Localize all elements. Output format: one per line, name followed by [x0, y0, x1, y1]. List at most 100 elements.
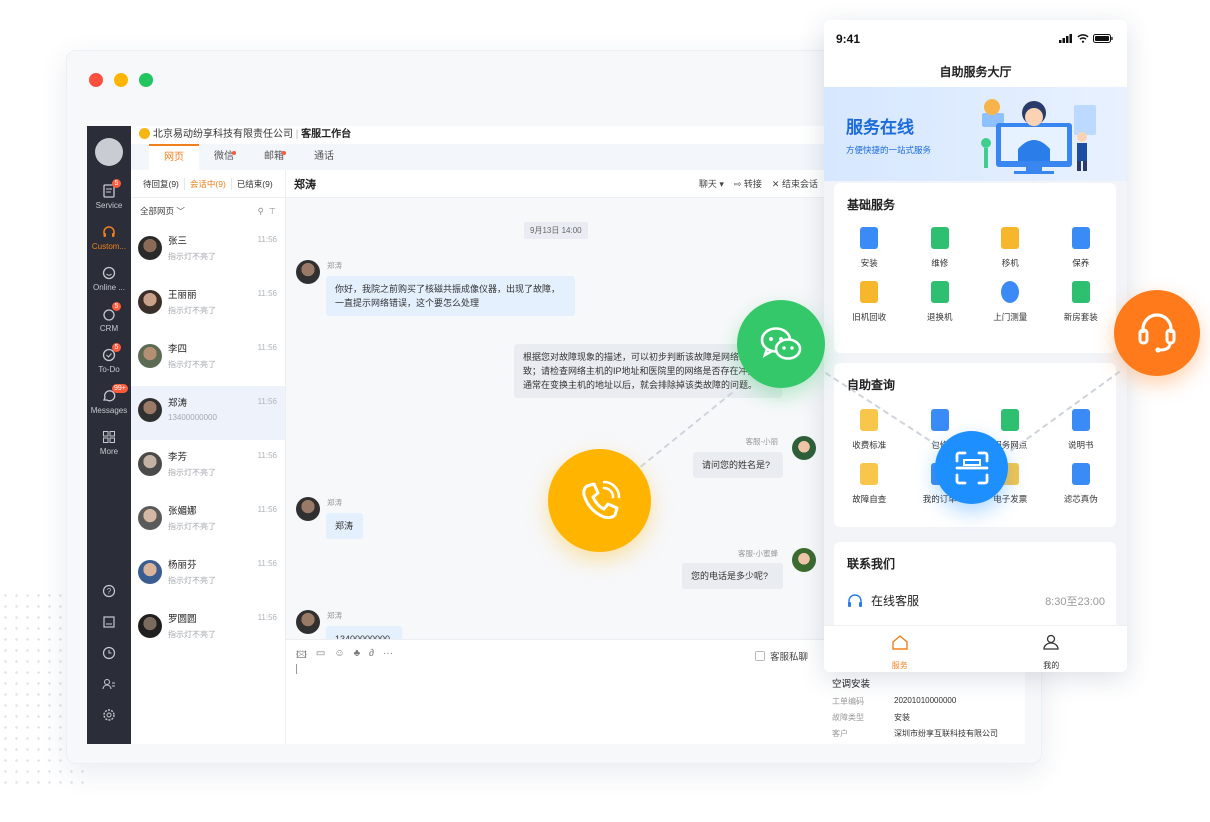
- chat-title: 郑涛: [294, 178, 316, 191]
- close-dot[interactable]: [89, 73, 103, 87]
- help-icon[interactable]: ?: [87, 575, 131, 606]
- grid-icon: [100, 428, 118, 446]
- chat-actions: 聊天 ▾ ⇨ 转接 ✕ 结束会话: [699, 177, 818, 190]
- headset-icon: [848, 593, 862, 607]
- tab-call[interactable]: 通话: [299, 144, 349, 170]
- message-composer[interactable]: 🖾 ▭ ☺ ♣ ∂ ··· 客服私聊: [286, 639, 826, 744]
- timestamp: 11:56: [257, 289, 277, 298]
- list-item[interactable]: 李芳 指示灯不亮了 11:56: [131, 440, 285, 494]
- nav-badge: 5: [112, 179, 121, 188]
- chat-panel: 郑涛 聊天 ▾ ⇨ 转接 ✕ 结束会话 9月13日 14:00 郑涛 你好，我院…: [286, 170, 826, 744]
- service-measure[interactable]: 上门测量: [975, 281, 1046, 323]
- service-package[interactable]: 新房套装: [1046, 281, 1117, 323]
- tab-wechat[interactable]: 微信: [199, 144, 249, 170]
- nav-messages[interactable]: 99+ Messages: [87, 384, 131, 426]
- service-label: 退换机: [926, 312, 953, 322]
- section-title: 联系我们: [847, 557, 896, 571]
- checkbox[interactable]: [754, 651, 765, 661]
- composer-toolbar: 🖾 ▭ ☺ ♣ ∂ ···: [296, 648, 393, 665]
- service-recycle[interactable]: 旧机回收: [834, 281, 905, 323]
- more-icon[interactable]: ···: [383, 648, 393, 665]
- page-filter: 全部网页 ﹀ ⚲ ⊤: [131, 198, 285, 224]
- minimize-dot[interactable]: [114, 73, 128, 87]
- agent-message: 您的电话是多少呢?: [682, 563, 783, 589]
- service-install[interactable]: 安装: [834, 227, 905, 269]
- user-list-icon[interactable]: [87, 668, 131, 699]
- private-chat-toggle[interactable]: 客服私聊: [754, 649, 808, 663]
- service-move[interactable]: 移机: [975, 227, 1046, 269]
- online-support-row[interactable]: 在线客服 8:30至23:00: [847, 592, 1105, 609]
- move-icon: [1001, 227, 1020, 249]
- chat-mode-dropdown[interactable]: 聊天 ▾: [699, 177, 724, 190]
- nav-more[interactable]: More: [87, 426, 131, 467]
- timestamp: 11:56: [257, 235, 277, 244]
- tab-mine[interactable]: 我的: [976, 626, 1128, 672]
- end-chat-button[interactable]: ✕ 结束会话: [772, 177, 818, 190]
- filter-pending[interactable]: 待回复(9): [138, 177, 185, 190]
- customer-message: 你好，我院之前购买了核磁共振成像仪器，出现了故障，一直提示网络错误，这个要怎么处…: [326, 276, 575, 316]
- search-icon[interactable]: ⚲: [258, 206, 264, 216]
- service-repair[interactable]: 维修: [905, 227, 976, 269]
- last-message: 指示灯不亮了: [168, 252, 216, 261]
- phone-call-badge: [548, 449, 651, 552]
- emoji-icon[interactable]: ☺: [334, 648, 344, 665]
- service-maintain[interactable]: 保养: [1046, 227, 1117, 269]
- transfer-label: 转接: [743, 179, 762, 189]
- unread-dot: [232, 151, 236, 155]
- wechat-badge: [737, 300, 825, 388]
- maximize-dot[interactable]: [139, 73, 153, 87]
- settings-icon[interactable]: [87, 699, 131, 730]
- users-icon[interactable]: ♣: [354, 648, 361, 665]
- service-return[interactable]: 退换机: [905, 281, 976, 323]
- filter-active[interactable]: 会话中(9): [185, 177, 232, 190]
- sender-name: 客服-小丽: [745, 437, 779, 446]
- all-pages-dropdown[interactable]: 全部网页 ﹀: [140, 205, 185, 217]
- nav-service[interactable]: 5 Service: [87, 179, 131, 221]
- nav-label: Messages: [90, 406, 128, 415]
- last-message: 指示灯不亮了: [168, 468, 216, 477]
- nav-label: More: [99, 447, 119, 456]
- nav-crm[interactable]: 5 CRM: [87, 302, 131, 344]
- service-banner[interactable]: 服务在线 方便快捷的一站式服务: [824, 87, 1127, 181]
- app-title: 自助服务大厅: [824, 57, 1127, 87]
- image-icon[interactable]: 🖾: [296, 648, 307, 665]
- list-item[interactable]: 杨丽芬 指示灯不亮了 11:56: [131, 548, 285, 602]
- list-item[interactable]: 张媚娜 指示灯不亮了 11:56: [131, 494, 285, 548]
- tab-web[interactable]: 网页: [149, 144, 199, 170]
- query-filter-verify[interactable]: 滤芯真伪: [1046, 463, 1117, 505]
- query-diagnose[interactable]: 故障自查: [834, 463, 905, 505]
- transfer-button[interactable]: ⇨ 转接: [734, 177, 762, 190]
- filter-ended[interactable]: 已结束(9): [232, 178, 278, 190]
- scan-badge: [935, 431, 1008, 504]
- attachment-icon[interactable]: ∂: [369, 648, 374, 665]
- avatar: [792, 548, 816, 572]
- list-item[interactable]: 李四 指示灯不亮了 11:56: [131, 332, 285, 386]
- tab-service[interactable]: 服务: [824, 626, 976, 672]
- file-icon[interactable]: ▭: [316, 648, 325, 665]
- nav-bottom-tools: ?: [87, 575, 131, 730]
- wifi-icon: [1077, 34, 1089, 43]
- avatar: [296, 260, 320, 284]
- list-item[interactable]: 王丽丽 指示灯不亮了 11:56: [131, 278, 285, 332]
- basic-services-card: 基础服务 安装 维修 移机 保养 旧机回收 退换机 上门测量 新房套装: [834, 183, 1116, 353]
- clock-icon[interactable]: [87, 637, 131, 668]
- avatar: [138, 614, 162, 638]
- service-hours: 8:30至23:00: [1045, 595, 1105, 608]
- list-item[interactable]: 罗圆圆 指示灯不亮了 11:56: [131, 602, 285, 656]
- user-avatar[interactable]: [95, 138, 123, 166]
- smile-icon: [100, 264, 118, 282]
- notes-icon[interactable]: [87, 606, 131, 637]
- tab-email[interactable]: 邮箱: [249, 144, 299, 170]
- nav-todo[interactable]: 5 To-Do: [87, 343, 131, 385]
- contact-name: 罗圆圆: [168, 614, 197, 625]
- timestamp: 11:56: [257, 505, 277, 514]
- list-item-selected[interactable]: 郑涛 13400000000 11:56: [131, 386, 285, 440]
- filter-icon[interactable]: ⊤: [269, 206, 276, 216]
- wrench-icon: [930, 227, 949, 249]
- battery-icon: [1093, 34, 1113, 43]
- nav-online[interactable]: Online ...: [87, 262, 131, 303]
- nav-customer[interactable]: Custom...: [87, 221, 131, 262]
- avatar: [296, 610, 320, 634]
- contact-card: 联系我们 在线客服 8:30至23:00: [834, 542, 1116, 632]
- list-item[interactable]: 张三 指示灯不亮了 11:56: [131, 224, 285, 278]
